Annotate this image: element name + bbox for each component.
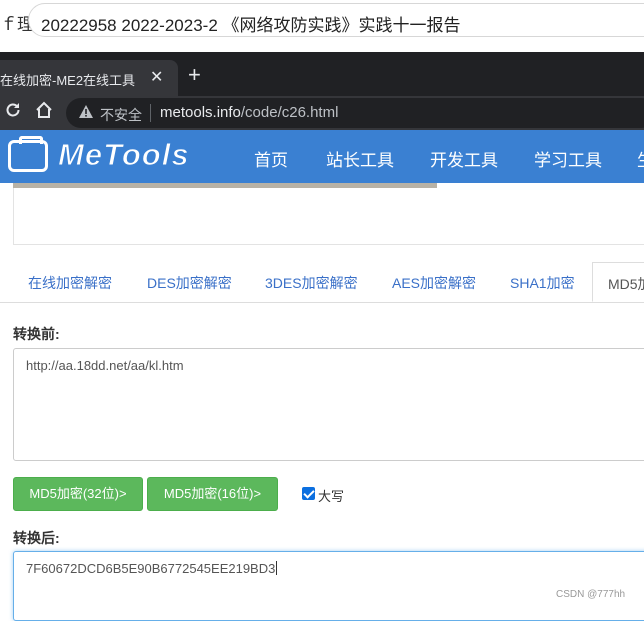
tool-tabs: 在线加密解密 DES加密解密 3DES加密解密 AES加密解密 SHA1加密 M…: [0, 262, 644, 303]
browser-tab-title: 在线加密-ME2在线工具: [0, 73, 136, 88]
doc-title-field[interactable]: 20222958 2022-2023-2 《网络攻防实践》实践十一报告: [28, 3, 644, 37]
logo-text: MeTools: [58, 137, 190, 173]
doc-title-text: 20222958 2022-2023-2 《网络攻防实践》实践十一报告: [41, 16, 461, 35]
url-bar[interactable]: 不安全 metools.info/code/c26.html: [66, 98, 644, 128]
nav-item-home[interactable]: 首页: [254, 146, 288, 171]
input-text: http://aa.18dd.net/aa/kl.htm: [26, 358, 184, 373]
tab-3des[interactable]: 3DES加密解密: [265, 273, 358, 293]
new-tab-icon[interactable]: +: [188, 64, 201, 86]
tab-aes[interactable]: AES加密解密: [392, 273, 476, 293]
browser-tab-strip: 在线加密-ME2在线工具 ✕ +: [0, 52, 644, 96]
url-path: /code/c26.html: [240, 104, 339, 121]
uppercase-label: 大写: [318, 489, 345, 504]
close-icon[interactable]: ✕: [150, 67, 163, 87]
url-divider: [150, 104, 151, 122]
url-text: metools.info/code/c26.html: [160, 104, 338, 121]
tab-sha1[interactable]: SHA1加密: [510, 273, 575, 293]
nav-item-dev-tools[interactable]: 开发工具: [430, 146, 498, 171]
output-textarea[interactable]: 7F60672DCD6B5E90B6772545EE219BD3: [13, 551, 644, 621]
md5-32-button[interactable]: MD5加密(32位)>: [13, 477, 143, 511]
text-caret: [276, 561, 278, 575]
nav-item-study-tools[interactable]: 学习工具: [534, 146, 602, 171]
md5-16-button[interactable]: MD5加密(16位)>: [147, 477, 278, 511]
output-value: 7F60672DCD6B5E90B6772545EE219BD3: [26, 561, 276, 576]
tab-md5-label: MD5加: [608, 276, 644, 292]
tab-online-encrypt[interactable]: 在线加密解密: [28, 273, 112, 293]
toolbox-logo-icon: [8, 136, 48, 172]
uppercase-checkbox[interactable]: [302, 487, 315, 500]
input-textarea[interactable]: http://aa.18dd.net/aa/kl.htm: [13, 348, 644, 461]
warning-icon[interactable]: [78, 104, 94, 125]
reload-icon[interactable]: [4, 101, 22, 124]
nav-item-more[interactable]: 生: [637, 146, 644, 171]
before-label: 转换前:: [13, 326, 60, 342]
site-logo[interactable]: MeTools: [8, 136, 190, 177]
watermark: CSDN @777hh: [556, 589, 626, 600]
output-text: 7F60672DCD6B5E90B6772545EE219BD3: [26, 561, 278, 576]
banner-panel: [13, 183, 644, 245]
home-icon[interactable]: [34, 100, 54, 125]
after-label: 转换后:: [13, 530, 60, 546]
tab-md5[interactable]: MD5加: [592, 262, 644, 302]
address-bar-row: 不安全 metools.info/code/c26.html: [0, 96, 644, 130]
document-title-bar: ｆ理 20222958 2022-2023-2 《网络攻防实践》实践十一报告: [0, 0, 644, 42]
browser-tab[interactable]: 在线加密-ME2在线工具 ✕: [0, 60, 178, 96]
tab-des[interactable]: DES加密解密: [147, 273, 232, 293]
url-host: metools.info: [160, 104, 241, 121]
banner-image: [13, 183, 437, 188]
insecure-label: 不安全: [100, 107, 142, 123]
site-header: MeTools 首页 站长工具 开发工具 学习工具 生: [0, 130, 644, 183]
nav-item-webmaster-tools[interactable]: 站长工具: [326, 146, 394, 171]
